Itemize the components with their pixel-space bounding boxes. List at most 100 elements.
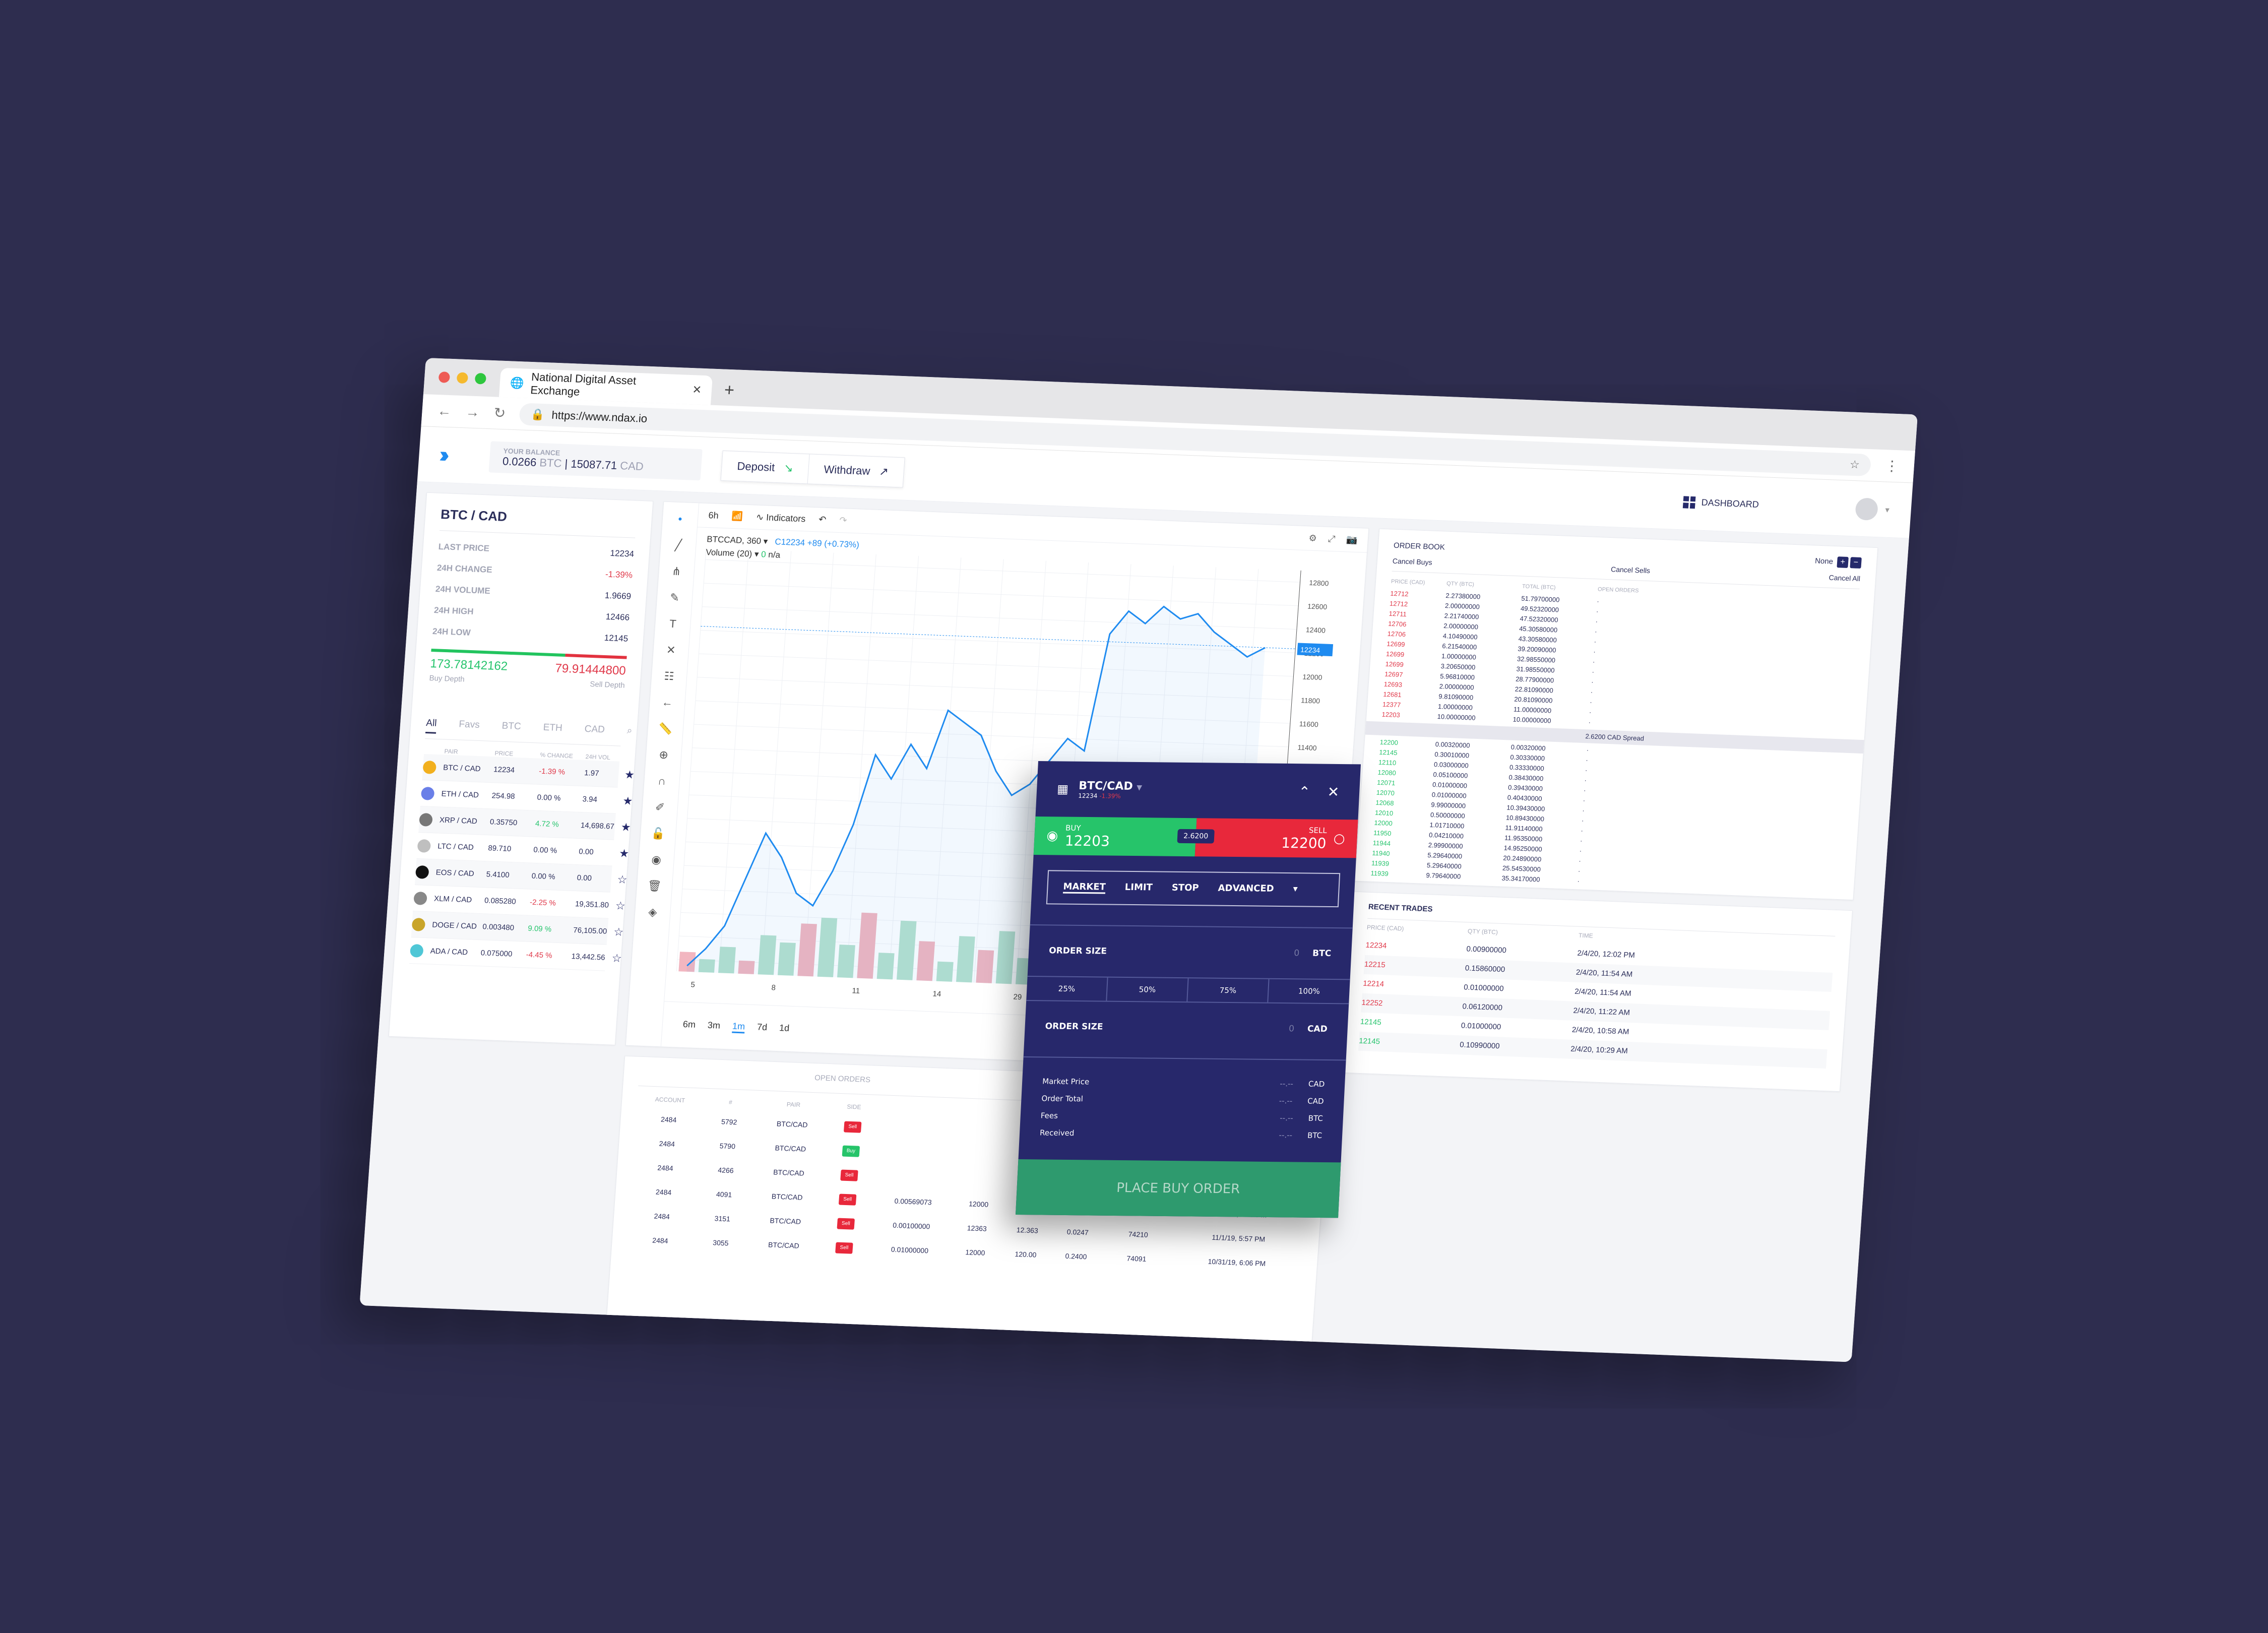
fib-tool-icon[interactable]: ☷ [664,670,674,683]
undo-icon[interactable]: ↶ [818,514,827,525]
pencil-lock-icon[interactable]: ✐ [655,801,665,814]
x-tick-label: 29 [1013,993,1022,1002]
withdraw-label: Withdraw [823,463,871,477]
sell-side-button[interactable]: SELL 12200 ○ [1194,818,1358,858]
zoom-in-icon[interactable]: ⊕ [659,748,669,762]
pattern-tool-icon[interactable]: ✕ [666,644,676,657]
market-tab-favs[interactable]: Favs [458,719,480,735]
browser-menu-icon[interactable]: ⋮ [1884,457,1900,474]
chart-change: +89 (+0.73%) [807,538,860,550]
market-tab-eth[interactable]: ETH [542,722,562,738]
trash-icon[interactable]: 🗑 [647,879,662,893]
buy-side-button[interactable]: ◉ BUY 12203 [1033,816,1197,857]
user-avatar[interactable] [1855,497,1879,521]
favorite-star-filled-icon[interactable]: ★ [619,847,629,860]
range-1d[interactable]: 1d [779,1023,789,1035]
ruler-icon[interactable]: 📏 [658,722,673,735]
layers-icon[interactable]: ◈ [648,906,658,919]
brush-tool-icon[interactable]: ✎ [669,591,680,605]
orders-tab-open-orders[interactable]: OPEN ORDERS [814,1074,871,1084]
forward-icon[interactable]: → [465,404,480,420]
favorite-star-filled-icon[interactable]: ★ [620,821,631,834]
minimize-window-button[interactable] [456,372,469,384]
close-window-button[interactable] [438,371,451,383]
pair-name: DOGE / CAD [431,920,477,931]
lock-icon[interactable]: 🔓 [651,827,665,840]
new-tab-button[interactable]: + [724,381,735,401]
withdraw-button[interactable]: Withdraw ↗ [808,454,905,487]
range-3m[interactable]: 3m [707,1020,720,1032]
ndax-logo[interactable]: ››› [438,442,471,468]
settings-gear-icon[interactable]: ⚙ [1308,533,1317,544]
percent-100[interactable]: 100% [1268,979,1350,1003]
market-tab-cad[interactable]: CAD [584,724,605,740]
close-icon[interactable]: ✕ [1327,783,1340,800]
cancel-action-button[interactable]: Cancel Sells [1611,565,1651,575]
order-type-market[interactable]: MARKET [1062,881,1106,894]
summary-label: Received [1039,1128,1075,1138]
book-price[interactable]: 11939 [1370,868,1426,881]
cursor-tool-icon[interactable]: • [678,513,682,526]
favorite-star-outline-icon[interactable]: ☆ [617,873,627,887]
percent-25[interactable]: 25% [1026,977,1108,1001]
text-tool-icon[interactable]: T [669,617,676,631]
interval-button[interactable]: 6h [708,510,719,521]
dashboard-link[interactable]: DASHBOARD ▼ [1682,491,1892,521]
close-tab-icon[interactable]: ✕ [692,383,702,397]
book-price[interactable]: 12203 [1381,710,1437,722]
reload-icon[interactable]: ↻ [493,404,507,421]
user-menu-caret-icon[interactable]: ▼ [1883,506,1891,514]
balance-btc-unit: BTC [539,456,562,470]
place-buy-order-button[interactable]: PLACE BUY ORDER [1016,1159,1341,1218]
favorite-star-outline-icon[interactable]: ☆ [611,952,622,965]
magnet-icon[interactable]: ∩ [657,775,666,788]
back-icon[interactable]: ← [437,403,452,419]
camera-icon[interactable]: 📷 [1346,534,1358,545]
pitchfork-tool-icon[interactable]: ⋔ [671,565,681,579]
indicators-button[interactable]: ∿ Indicators [755,512,806,525]
deposit-button[interactable]: Deposit ↘ [721,451,810,483]
range-6m[interactable]: 6m [682,1019,696,1031]
favorite-star-outline-icon[interactable]: ☆ [615,899,625,913]
order-type-stop[interactable]: STOP [1171,883,1199,895]
order-size-btc-input[interactable]: 0 [1294,948,1300,958]
fullscreen-icon[interactable]: ⤢ [1328,534,1336,545]
market-search-icon[interactable]: ⌕ [626,725,633,741]
chart-type-icon[interactable]: 📶 [731,511,743,522]
percent-50[interactable]: 50% [1107,977,1189,1002]
eye-icon[interactable]: ◉ [651,853,662,867]
favorite-star-filled-icon[interactable]: ★ [624,768,635,782]
range-7d[interactable]: 7d [757,1022,767,1034]
order-qty: 0.00100000 [892,1221,930,1231]
redo-icon[interactable]: ↷ [839,515,847,526]
back-arrow-icon[interactable]: ← [661,696,673,710]
chart-symbol[interactable]: BTCCAD, 360 [707,534,762,546]
grouping-select[interactable]: None [1815,557,1834,566]
decrease-grouping-button[interactable]: − [1850,557,1862,569]
order-size-cad-input[interactable]: 0 [1289,1024,1295,1034]
order-type-advanced[interactable]: ADVANCED [1218,883,1274,896]
bookmark-star-icon[interactable]: ☆ [1849,458,1860,471]
ticket-pair-select[interactable]: BTC/CAD ▼ [1079,779,1143,792]
favorite-star-filled-icon[interactable]: ★ [622,794,633,808]
grid-menu-icon[interactable]: ▦ [1057,782,1069,796]
pair-change: -1.39 % [538,767,565,777]
order-side-cell: Sell [822,1186,873,1212]
market-tab-btc[interactable]: BTC [501,721,521,737]
market-tab-all[interactable]: All [425,717,437,734]
cancel-action-button[interactable]: Cancel All [1829,574,1860,583]
pair-price: 89.710 [487,844,512,854]
maximize-window-button[interactable] [474,372,487,385]
order-size-cad-field[interactable]: ORDER SIZE 0 CAD [1024,1001,1349,1054]
order-type-dropdown-icon[interactable]: ▾ [1293,884,1298,896]
collapse-icon[interactable]: ⌃ [1298,783,1310,800]
range-1m[interactable]: 1m [732,1021,745,1034]
increase-grouping-button[interactable]: + [1837,556,1849,569]
cancel-action-button[interactable]: Cancel Buys [1392,557,1432,567]
favorite-star-outline-icon[interactable]: ☆ [613,925,624,939]
volume-indicator-label[interactable]: Volume (20) [706,547,752,558]
order-type-limit[interactable]: LIMIT [1124,882,1153,895]
order-size-btc-field[interactable]: ORDER SIZE 0 BTC [1027,924,1353,979]
percent-75[interactable]: 75% [1187,978,1270,1002]
trendline-tool-icon[interactable]: ╱ [674,539,682,552]
